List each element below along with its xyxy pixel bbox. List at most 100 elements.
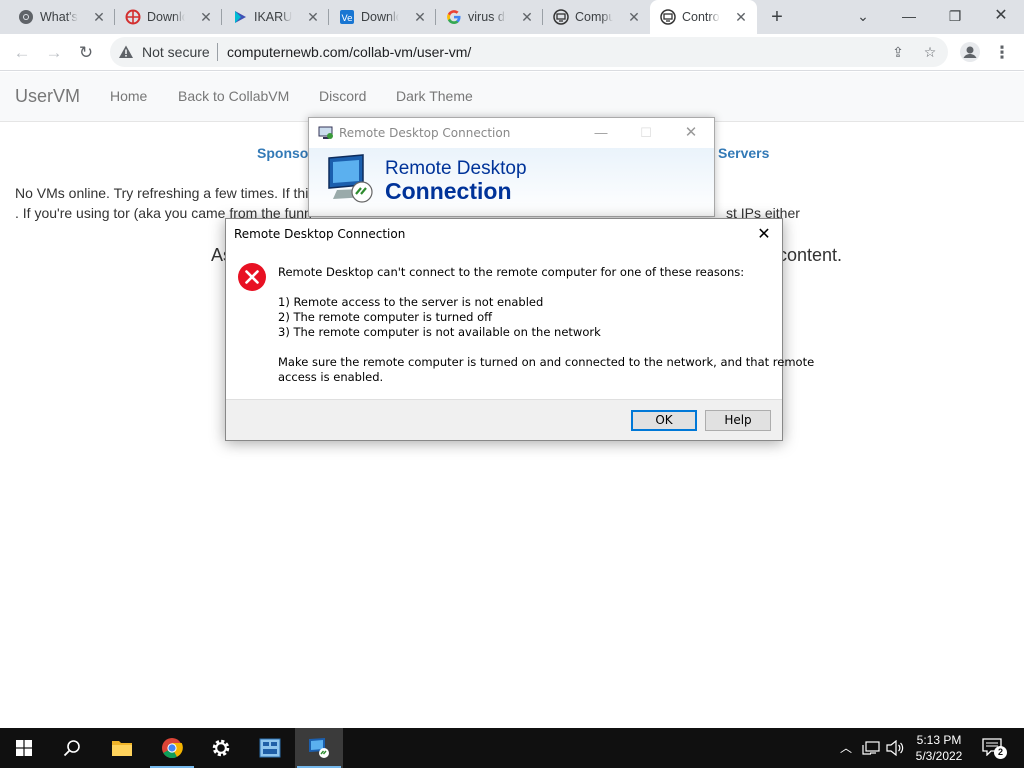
gear-icon xyxy=(212,739,230,757)
nav-discord[interactable]: Discord xyxy=(319,88,366,104)
close-icon[interactable]: ✕ xyxy=(733,9,749,25)
tab-search-icon[interactable]: ⌄ xyxy=(850,4,876,28)
vm-icon xyxy=(553,9,569,25)
tab-title: Downlo xyxy=(147,10,185,24)
volume-icon[interactable] xyxy=(886,740,904,756)
reason-1: 1) Remote access to the server is not en… xyxy=(278,295,544,309)
tray-overflow-chevron-icon[interactable]: ︿ xyxy=(838,738,854,758)
url-separator xyxy=(217,43,218,61)
nav-back-to-collabvm[interactable]: Back to CollabVM xyxy=(178,88,289,104)
rdc-app-icon xyxy=(318,126,333,139)
screen: What's i ✕ Downlo ✕ IKARUS ✕ Ve Downlo ✕… xyxy=(0,0,1024,768)
tab-title: Control xyxy=(682,10,720,24)
tab-title: Comput xyxy=(575,10,613,24)
tab-strip: What's i ✕ Downlo ✕ IKARUS ✕ Ve Downlo ✕… xyxy=(0,0,1024,34)
close-icon[interactable]: ✕ xyxy=(519,9,535,25)
servers-link[interactable]: Servers xyxy=(718,145,769,161)
dialog-message: Remote Desktop can't connect to the remo… xyxy=(278,265,745,279)
back-button[interactable]: ← xyxy=(10,41,34,65)
close-icon[interactable]: ✕ xyxy=(626,9,642,25)
forward-button[interactable]: → xyxy=(42,41,66,65)
chrome-icon xyxy=(162,738,183,759)
reason-2: 2) The remote computer is turned off xyxy=(278,310,493,324)
no-vms-message: No VMs online. Try refreshing a few time… xyxy=(15,185,309,201)
help-button[interactable]: Help xyxy=(705,410,771,431)
tab-3[interactable]: Ve Downlo ✕ xyxy=(329,0,436,34)
menu-kebab-icon[interactable]: ⋮ xyxy=(990,41,1014,65)
rdc-maximize-button[interactable]: ☐ xyxy=(634,124,658,142)
dialog-footer: OK Help xyxy=(226,399,782,440)
rdc-minimize-button[interactable]: — xyxy=(589,124,613,142)
clock-time: 5:13 PM xyxy=(916,733,962,747)
search-icon xyxy=(63,740,80,757)
sponsor-link[interactable]: Sponso xyxy=(257,145,308,161)
close-icon[interactable]: ✕ xyxy=(91,9,107,25)
warning-icon[interactable] xyxy=(118,44,134,60)
tab-title: Downlo xyxy=(361,10,399,24)
dialog-advice-line2: access is enabled. xyxy=(278,370,384,384)
site-navbar: UserVM Home Back to CollabVM Discord Dar… xyxy=(0,72,1024,122)
file-explorer-button[interactable] xyxy=(98,728,146,768)
nav-home[interactable]: Home xyxy=(110,88,147,104)
ok-button[interactable]: OK xyxy=(631,410,697,431)
settings-button[interactable] xyxy=(197,728,245,768)
rdc-close-button[interactable]: ✕ xyxy=(679,124,703,142)
vm-icon xyxy=(660,9,676,25)
nav-dark-theme[interactable]: Dark Theme xyxy=(396,88,473,104)
server-manager-icon xyxy=(259,738,281,758)
chrome-taskbar-button[interactable] xyxy=(148,728,196,768)
network-icon[interactable] xyxy=(862,741,880,755)
folder-icon xyxy=(112,741,132,756)
start-button[interactable] xyxy=(0,728,48,768)
tab-2[interactable]: IKARUS ✕ xyxy=(222,0,329,34)
action-center-button[interactable]: 2 xyxy=(982,738,1007,759)
rdc-banner-line1: Remote Desktop xyxy=(385,158,527,179)
reason-3: 3) The remote computer is not available … xyxy=(278,325,601,339)
close-icon[interactable]: ✕ xyxy=(305,9,321,25)
clock-date: 5/3/2022 xyxy=(915,749,963,763)
profile-avatar-icon[interactable] xyxy=(960,42,980,62)
rdc-taskbar-button[interactable] xyxy=(295,728,343,768)
notification-count-badge: 2 xyxy=(994,746,1007,759)
tab-title: virus do xyxy=(468,10,506,24)
google-icon xyxy=(447,10,461,24)
url-text[interactable]: computernewb.com/collab-vm/user-vm/ xyxy=(227,44,471,60)
error-dialog: Remote Desktop Connection ✕ Remote Deskt… xyxy=(225,218,814,441)
chrome-icon xyxy=(19,10,33,24)
rdc-computer-icon xyxy=(328,154,373,203)
close-icon[interactable]: ✕ xyxy=(198,9,214,25)
tab-4[interactable]: virus do ✕ xyxy=(436,0,543,34)
tab-5[interactable]: Comput ✕ xyxy=(543,0,650,34)
tab-6-active[interactable]: Control ✕ xyxy=(650,0,757,34)
share-icon[interactable]: ⇪ xyxy=(890,44,906,60)
svg-text:Ve: Ve xyxy=(342,14,353,24)
tab-0[interactable]: What's i ✕ xyxy=(8,0,115,34)
server-manager-button[interactable] xyxy=(246,728,294,768)
tab-1[interactable]: Downlo ✕ xyxy=(115,0,222,34)
rdc-window-title: Remote Desktop Connection xyxy=(339,126,511,140)
browser-toolbar: ← → ↻ Not secure computernewb.com/collab… xyxy=(0,34,1024,71)
tab-title: What's i xyxy=(40,10,78,24)
bookmark-star-icon[interactable]: ☆ xyxy=(922,44,938,60)
security-label[interactable]: Not secure xyxy=(142,44,210,60)
dialog-title: Remote Desktop Connection xyxy=(234,227,406,241)
rdc-window: Remote Desktop Connection — ☐ ✕ Remote D… xyxy=(308,117,715,217)
tab-title: IKARUS xyxy=(254,10,292,24)
restore-button[interactable]: ❐ xyxy=(942,4,968,28)
taskbar: ︿ 5:13 PM 5/3/2022 2 xyxy=(0,728,1024,768)
rdc-titlebar[interactable]: Remote Desktop Connection — ☐ ✕ xyxy=(309,118,714,148)
new-tab-button[interactable]: + xyxy=(766,6,788,28)
play-icon xyxy=(235,11,246,23)
system-clock[interactable]: 5:13 PM 5/3/2022 xyxy=(904,732,974,764)
address-bar[interactable]: Not secure computernewb.com/collab-vm/us… xyxy=(110,37,948,67)
notice-text-end: content. xyxy=(778,245,843,265)
search-button[interactable] xyxy=(48,728,96,768)
dialog-close-button[interactable]: ✕ xyxy=(752,224,776,244)
rdc-banner-line2: Connection xyxy=(385,178,512,204)
close-window-button[interactable]: ✕ xyxy=(988,4,1014,28)
site-brand[interactable]: UserVM xyxy=(15,86,80,107)
close-icon[interactable]: ✕ xyxy=(412,9,428,25)
reload-button[interactable]: ↻ xyxy=(74,41,98,65)
download-site-icon xyxy=(125,9,141,25)
minimize-button[interactable]: — xyxy=(896,4,922,28)
